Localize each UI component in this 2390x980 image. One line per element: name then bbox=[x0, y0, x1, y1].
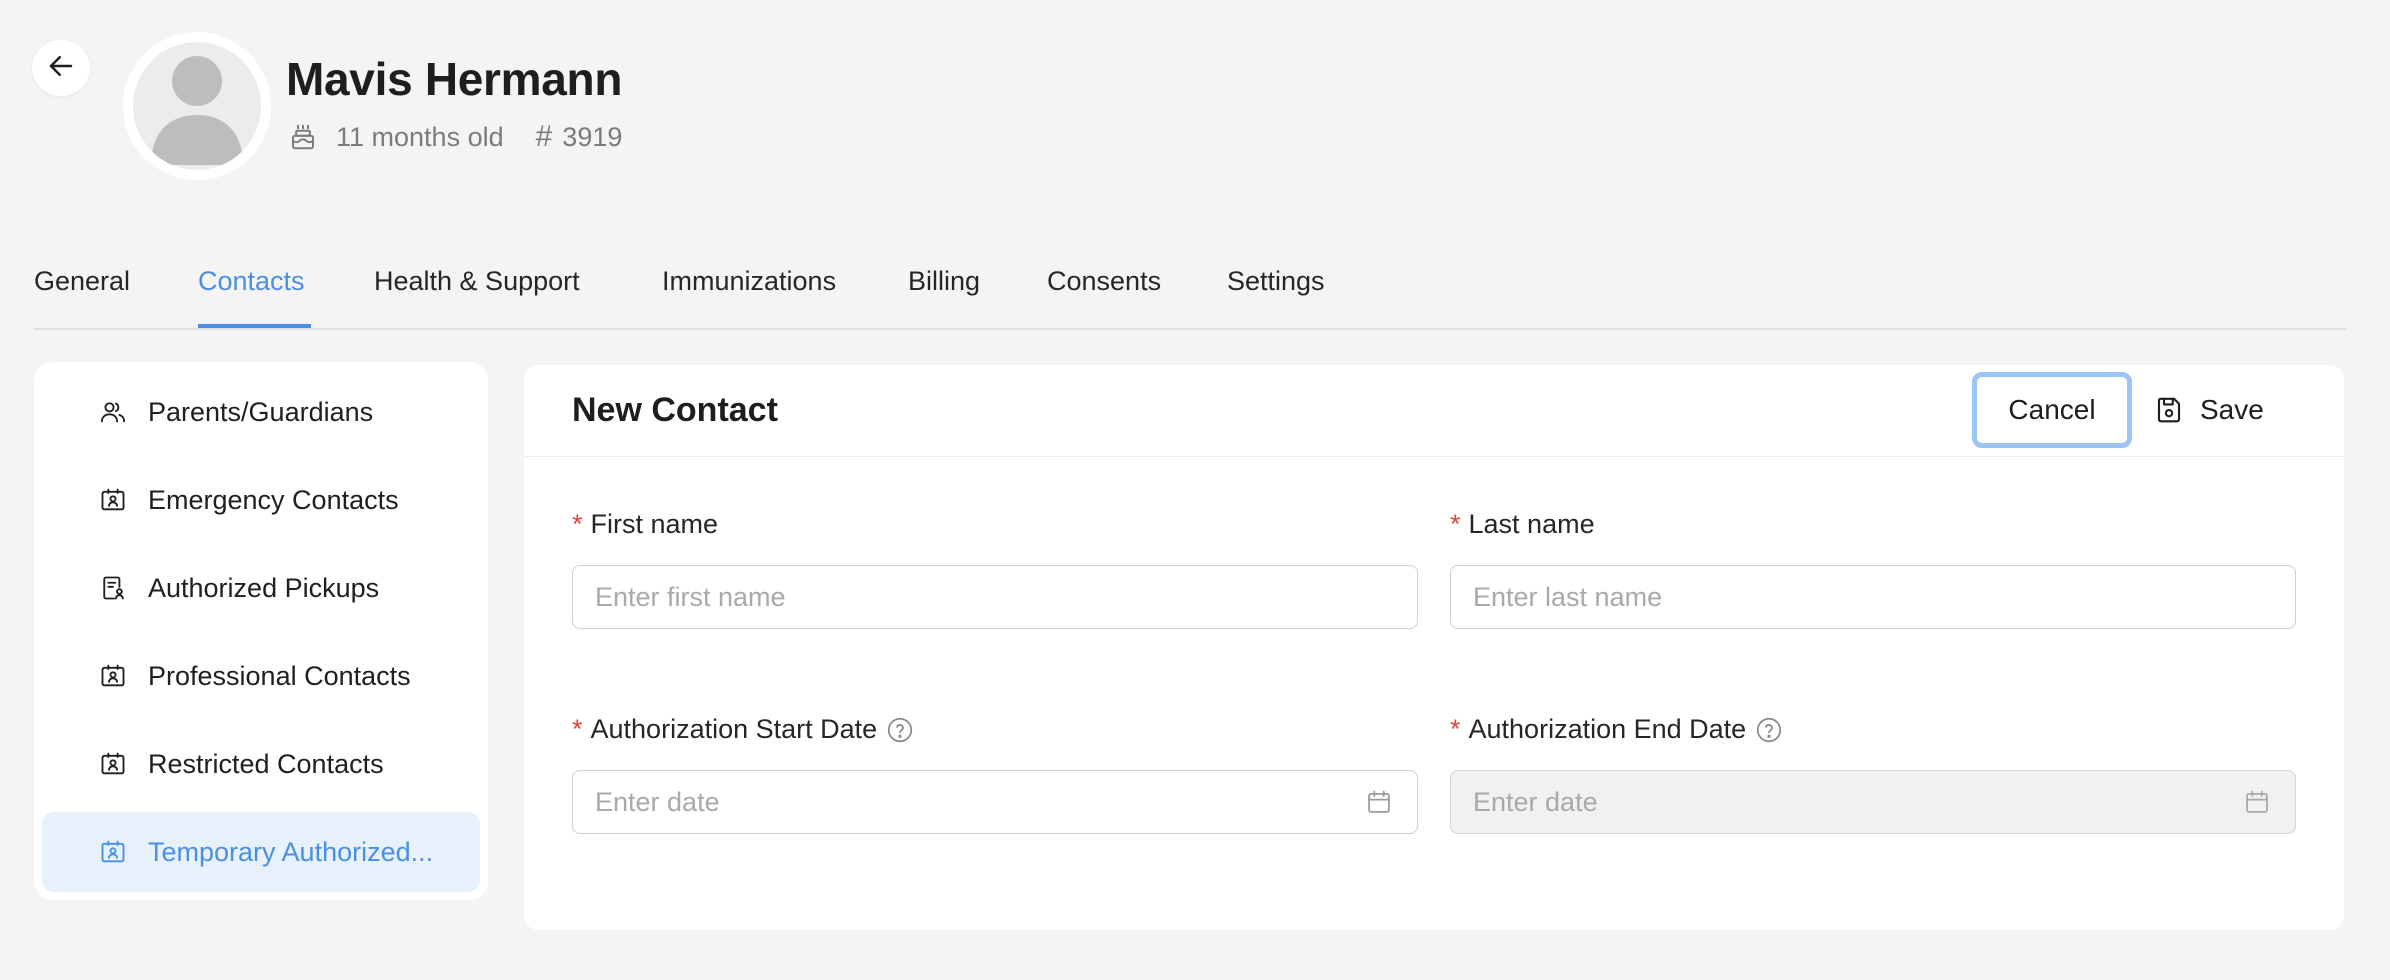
tab-immunizations[interactable]: Immunizations bbox=[662, 266, 836, 297]
tab-settings[interactable]: Settings bbox=[1227, 266, 1325, 297]
save-button[interactable]: Save bbox=[2154, 372, 2264, 448]
back-button[interactable] bbox=[32, 40, 90, 96]
sidebar-item-authorized-pickups[interactable]: Authorized Pickups bbox=[42, 548, 480, 628]
tab-contacts[interactable]: Contacts bbox=[198, 266, 305, 297]
card-title: New Contact bbox=[572, 391, 778, 429]
tab-general[interactable]: General bbox=[34, 266, 130, 297]
new-contact-card: New Contact Cancel Save * First name * L… bbox=[524, 365, 2344, 930]
sidebar-item-parents-guardians[interactable]: Parents/Guardians bbox=[42, 372, 480, 452]
required-marker: * bbox=[572, 714, 583, 744]
sidebar-item-label: Restricted Contacts bbox=[148, 748, 384, 779]
tab-billing[interactable]: Billing bbox=[908, 266, 980, 297]
first-name-label-text: First name bbox=[590, 509, 719, 539]
sidebar-item-label: Parents/Guardians bbox=[148, 396, 374, 427]
sidebar-item-label: Emergency Contacts bbox=[148, 484, 399, 515]
profile-meta: 11 months old # 3919 bbox=[288, 120, 622, 154]
id-number: 3919 bbox=[562, 121, 623, 152]
user-silhouette-icon bbox=[133, 42, 261, 170]
sidebar-item-label: Professional Contacts bbox=[148, 660, 411, 691]
arrow-left-icon bbox=[46, 51, 76, 86]
tab-consents[interactable]: Consents bbox=[1047, 266, 1161, 297]
start-date-label: * Authorization Start Date bbox=[572, 714, 915, 745]
first-name-input[interactable] bbox=[572, 565, 1418, 629]
last-name-label-text: Last name bbox=[1468, 509, 1595, 539]
required-marker: * bbox=[572, 509, 583, 539]
avatar bbox=[123, 32, 271, 180]
contact-card-icon bbox=[98, 838, 128, 866]
last-name-input[interactable] bbox=[1450, 565, 2296, 629]
end-date-label: * Authorization End Date bbox=[1450, 714, 1784, 745]
document-user-icon bbox=[98, 574, 128, 602]
tab-bar: General Contacts Health & Support Immuni… bbox=[34, 248, 2346, 330]
contact-card-icon bbox=[98, 750, 128, 778]
save-icon bbox=[2154, 395, 2184, 425]
start-date-label-text: Authorization Start Date bbox=[590, 714, 878, 744]
calendar-icon[interactable] bbox=[1364, 787, 1394, 817]
contact-card-icon bbox=[98, 486, 128, 514]
calendar-icon[interactable] bbox=[2242, 787, 2272, 817]
contact-card-icon bbox=[98, 662, 128, 690]
sidebar-item-label: Temporary Authorized... bbox=[148, 836, 434, 867]
start-date-input[interactable] bbox=[572, 770, 1418, 834]
sidebar-item-emergency-contacts[interactable]: Emergency Contacts bbox=[42, 460, 480, 540]
active-tab-indicator bbox=[198, 324, 311, 328]
sidebar-item-professional-contacts[interactable]: Professional Contacts bbox=[42, 636, 480, 716]
required-marker: * bbox=[1450, 509, 1461, 539]
person-name: Mavis Hermann bbox=[286, 53, 623, 105]
sidebar-item-label: Authorized Pickups bbox=[148, 572, 380, 603]
tab-health-support[interactable]: Health & Support bbox=[374, 266, 580, 297]
people-icon bbox=[98, 398, 128, 426]
end-date-label-text: Authorization End Date bbox=[1468, 714, 1747, 744]
hash-icon: # bbox=[535, 120, 553, 153]
contacts-sidebar: Parents/Guardians Emergency Contacts Aut… bbox=[34, 362, 488, 900]
cancel-button[interactable]: Cancel bbox=[1972, 372, 2132, 448]
first-name-label: * First name bbox=[572, 509, 718, 540]
sidebar-item-restricted-contacts[interactable]: Restricted Contacts bbox=[42, 724, 480, 804]
help-icon[interactable] bbox=[885, 715, 915, 745]
end-date-input[interactable] bbox=[1450, 770, 2296, 834]
card-header: New Contact Cancel Save bbox=[524, 365, 2344, 457]
age-text: 11 months old bbox=[336, 121, 504, 152]
save-label: Save bbox=[2200, 394, 2264, 425]
last-name-label: * Last name bbox=[1450, 509, 1595, 540]
birthday-cake-icon bbox=[288, 122, 318, 152]
help-icon[interactable] bbox=[1754, 715, 1784, 745]
sidebar-item-temporary-authorized[interactable]: Temporary Authorized... bbox=[42, 812, 480, 892]
required-marker: * bbox=[1450, 714, 1461, 744]
